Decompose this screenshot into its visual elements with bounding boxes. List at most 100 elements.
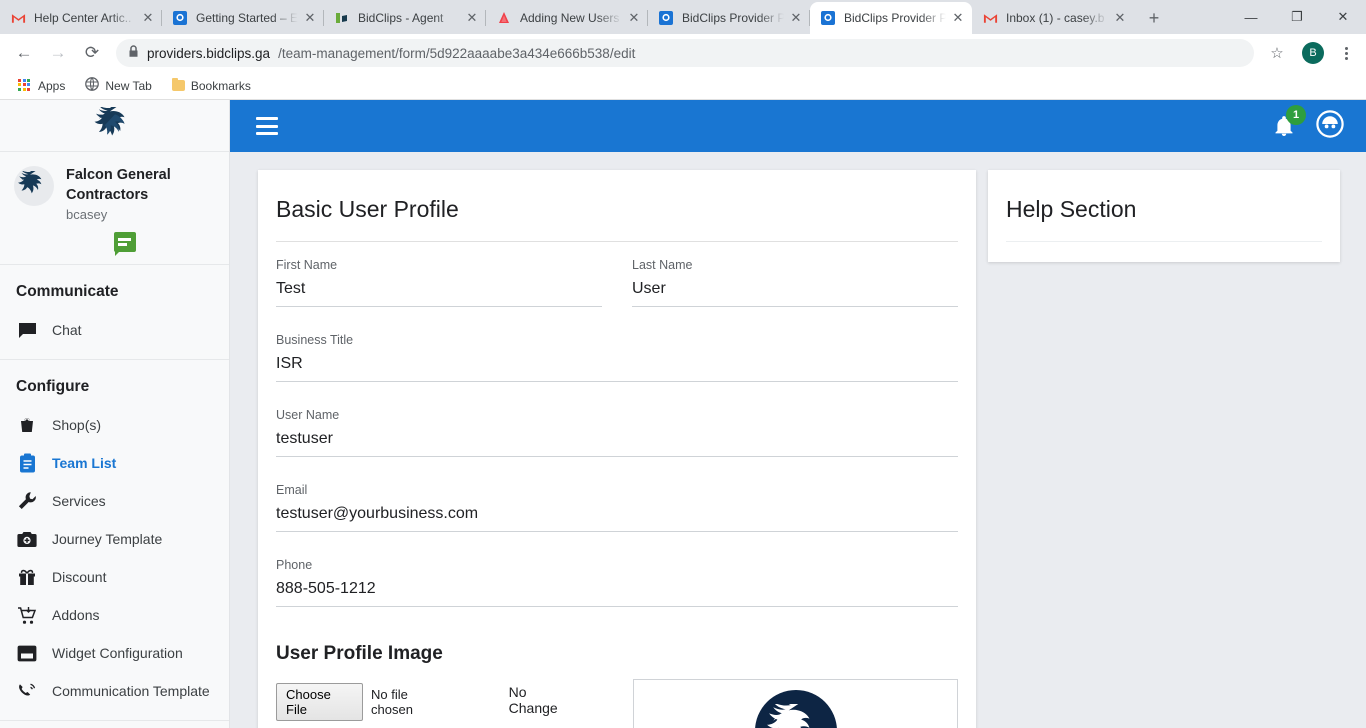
browser-tab[interactable]: BidClips - Agent ✕ xyxy=(324,2,486,34)
sidebar-section-heading: Configure xyxy=(16,378,90,396)
first-name-field[interactable]: First Name Test xyxy=(276,258,602,317)
phone-value[interactable]: 888-505-1212 xyxy=(276,580,958,607)
sidebar-chat-shortcut[interactable] xyxy=(34,222,215,257)
browser-tab-title: Help Center Artic.. xyxy=(34,11,132,25)
email-field[interactable]: Email testuser@yourbusiness.com xyxy=(276,483,958,542)
account-button[interactable] xyxy=(1316,109,1344,143)
forward-icon[interactable]: → xyxy=(42,37,74,69)
clipboard-icon xyxy=(16,452,38,474)
gift-icon xyxy=(16,566,38,588)
tab-close-icon[interactable]: ✕ xyxy=(788,10,804,26)
tab-close-icon[interactable]: ✕ xyxy=(302,10,318,26)
sidebar-logo[interactable] xyxy=(0,100,229,152)
new-tab-button[interactable]: + xyxy=(1140,4,1168,32)
profile-image-preview xyxy=(633,679,958,728)
email-value[interactable]: testuser@yourbusiness.com xyxy=(276,505,958,532)
window-close-button[interactable]: ✕ xyxy=(1320,0,1366,34)
user-name-field[interactable]: User Name testuser xyxy=(276,408,958,467)
chat-bubble-icon xyxy=(113,232,136,257)
sidebar-item-chat[interactable]: Chat xyxy=(0,311,229,349)
wrench-icon xyxy=(16,490,38,512)
globe-icon xyxy=(85,77,100,94)
sidebar-item-label: Services xyxy=(52,493,106,510)
file-input-group[interactable]: Choose File No file chosen xyxy=(276,679,451,721)
phone-field[interactable]: Phone 888-505-1212 xyxy=(276,558,958,617)
help-section-card: Help Section xyxy=(988,170,1340,262)
bidclips-green-icon xyxy=(334,10,350,26)
bidclips-blue-icon xyxy=(172,10,188,26)
tab-close-icon[interactable]: ✕ xyxy=(140,10,156,26)
address-bar[interactable]: providers.bidclips.ga/team-management/fo… xyxy=(116,39,1254,67)
user-name-value[interactable]: testuser xyxy=(276,430,958,457)
sidebar-section-support: Support xyxy=(0,721,229,728)
window-maximize-button[interactable]: ❐ xyxy=(1274,0,1320,34)
sidebar-item-label: Addons xyxy=(52,607,100,624)
bidclips-blue-icon xyxy=(820,10,836,26)
business-title-row: Business Title ISR xyxy=(276,317,958,392)
business-title-value[interactable]: ISR xyxy=(276,355,958,382)
sidebar-item-shops[interactable]: Shop(s) xyxy=(0,406,229,444)
phone-label: Phone xyxy=(276,558,313,572)
profile-image-upload-row: Choose File No file chosen No Change xyxy=(276,679,958,728)
bookmark-new-tab[interactable]: New Tab xyxy=(77,74,159,97)
page-title: Basic User Profile xyxy=(276,190,958,242)
choose-file-button[interactable]: Choose File xyxy=(276,683,364,721)
browser-tab[interactable]: Help Center Artic.. ✕ xyxy=(0,2,162,34)
main-column: 1 Basic User Profile First Name Test Las… xyxy=(230,100,1366,728)
email-label: Email xyxy=(276,483,308,497)
bookmark-apps[interactable]: Apps xyxy=(10,76,73,96)
browser-tab[interactable]: BidClips Provider P ✕ xyxy=(648,2,810,34)
notifications-button[interactable]: 1 xyxy=(1272,105,1306,138)
browser-tab-active[interactable]: BidClips Provider P ✕ xyxy=(810,2,972,34)
tab-close-icon[interactable]: ✕ xyxy=(1112,10,1128,26)
browser-tab-strip: Help Center Artic.. ✕ Getting Started – … xyxy=(0,0,1366,34)
sidebar-item-journey-template[interactable]: Journey Template xyxy=(0,520,229,558)
name-row: First Name Test Last Name User xyxy=(276,242,958,317)
triangle-red-icon xyxy=(496,10,512,26)
back-icon[interactable]: ← xyxy=(8,37,40,69)
tab-close-icon[interactable]: ✕ xyxy=(950,10,966,26)
sidebar-item-communication-template[interactable]: Communication Template xyxy=(0,672,229,710)
browser-tab[interactable]: Getting Started – E ✕ xyxy=(162,2,324,34)
bookmark-bookmarks-folder[interactable]: Bookmarks xyxy=(164,76,259,96)
bookmark-label: Apps xyxy=(38,78,66,93)
browser-tab-title: BidClips Provider P xyxy=(844,11,946,25)
business-title-field[interactable]: Business Title ISR xyxy=(276,333,958,392)
tab-close-icon[interactable]: ✕ xyxy=(464,10,480,26)
last-name-value[interactable]: User xyxy=(632,280,958,307)
apps-grid-icon xyxy=(18,78,32,93)
sidebar-item-widget-configuration[interactable]: Widget Configuration xyxy=(0,634,229,672)
sidebar-item-services[interactable]: Services xyxy=(0,482,229,520)
cart-icon xyxy=(16,604,38,626)
reload-icon[interactable]: ⟳ xyxy=(76,37,108,69)
browser-tab[interactable]: Inbox (1) - casey.b ✕ xyxy=(972,2,1134,34)
bookmark-label: New Tab xyxy=(105,78,152,93)
content-area: Basic User Profile First Name Test Last … xyxy=(230,152,1366,728)
last-name-field[interactable]: Last Name User xyxy=(632,258,958,317)
sidebar-item-team-list[interactable]: Team List xyxy=(0,444,229,482)
sidebar-item-discount[interactable]: Discount xyxy=(0,558,229,596)
browser-profile-avatar[interactable]: B xyxy=(1302,42,1324,64)
sidebar-item-addons[interactable]: Addons xyxy=(0,596,229,634)
falcon-logo-icon xyxy=(94,106,124,135)
url-path: /team-management/form/5d922aaaabe3a434e6… xyxy=(278,45,636,61)
browser-menu-icon[interactable] xyxy=(1334,38,1358,68)
app-header-bar: 1 xyxy=(230,100,1366,152)
avatar xyxy=(14,166,54,206)
sidebar: Falcon General Contractors bcasey Commun… xyxy=(0,100,230,728)
url-host: providers.bidclips.ga xyxy=(147,45,271,61)
tab-close-icon[interactable]: ✕ xyxy=(626,10,642,26)
lock-icon xyxy=(128,45,139,61)
first-name-value[interactable]: Test xyxy=(276,280,602,307)
falcon-profile-image-icon xyxy=(766,704,810,728)
user-name-label: User Name xyxy=(276,408,340,422)
sidebar-item-label: Widget Configuration xyxy=(52,645,183,662)
bookmark-star-icon[interactable]: ☆ xyxy=(1262,38,1292,68)
account-face-icon xyxy=(1316,109,1344,138)
first-name-label: First Name xyxy=(276,258,338,272)
hamburger-icon[interactable] xyxy=(256,117,278,135)
chat-icon xyxy=(16,319,38,341)
window-minimize-button[interactable]: — xyxy=(1228,0,1274,34)
sidebar-item-label: Journey Template xyxy=(52,531,163,548)
browser-tab[interactable]: Adding New Users ✕ xyxy=(486,2,648,34)
